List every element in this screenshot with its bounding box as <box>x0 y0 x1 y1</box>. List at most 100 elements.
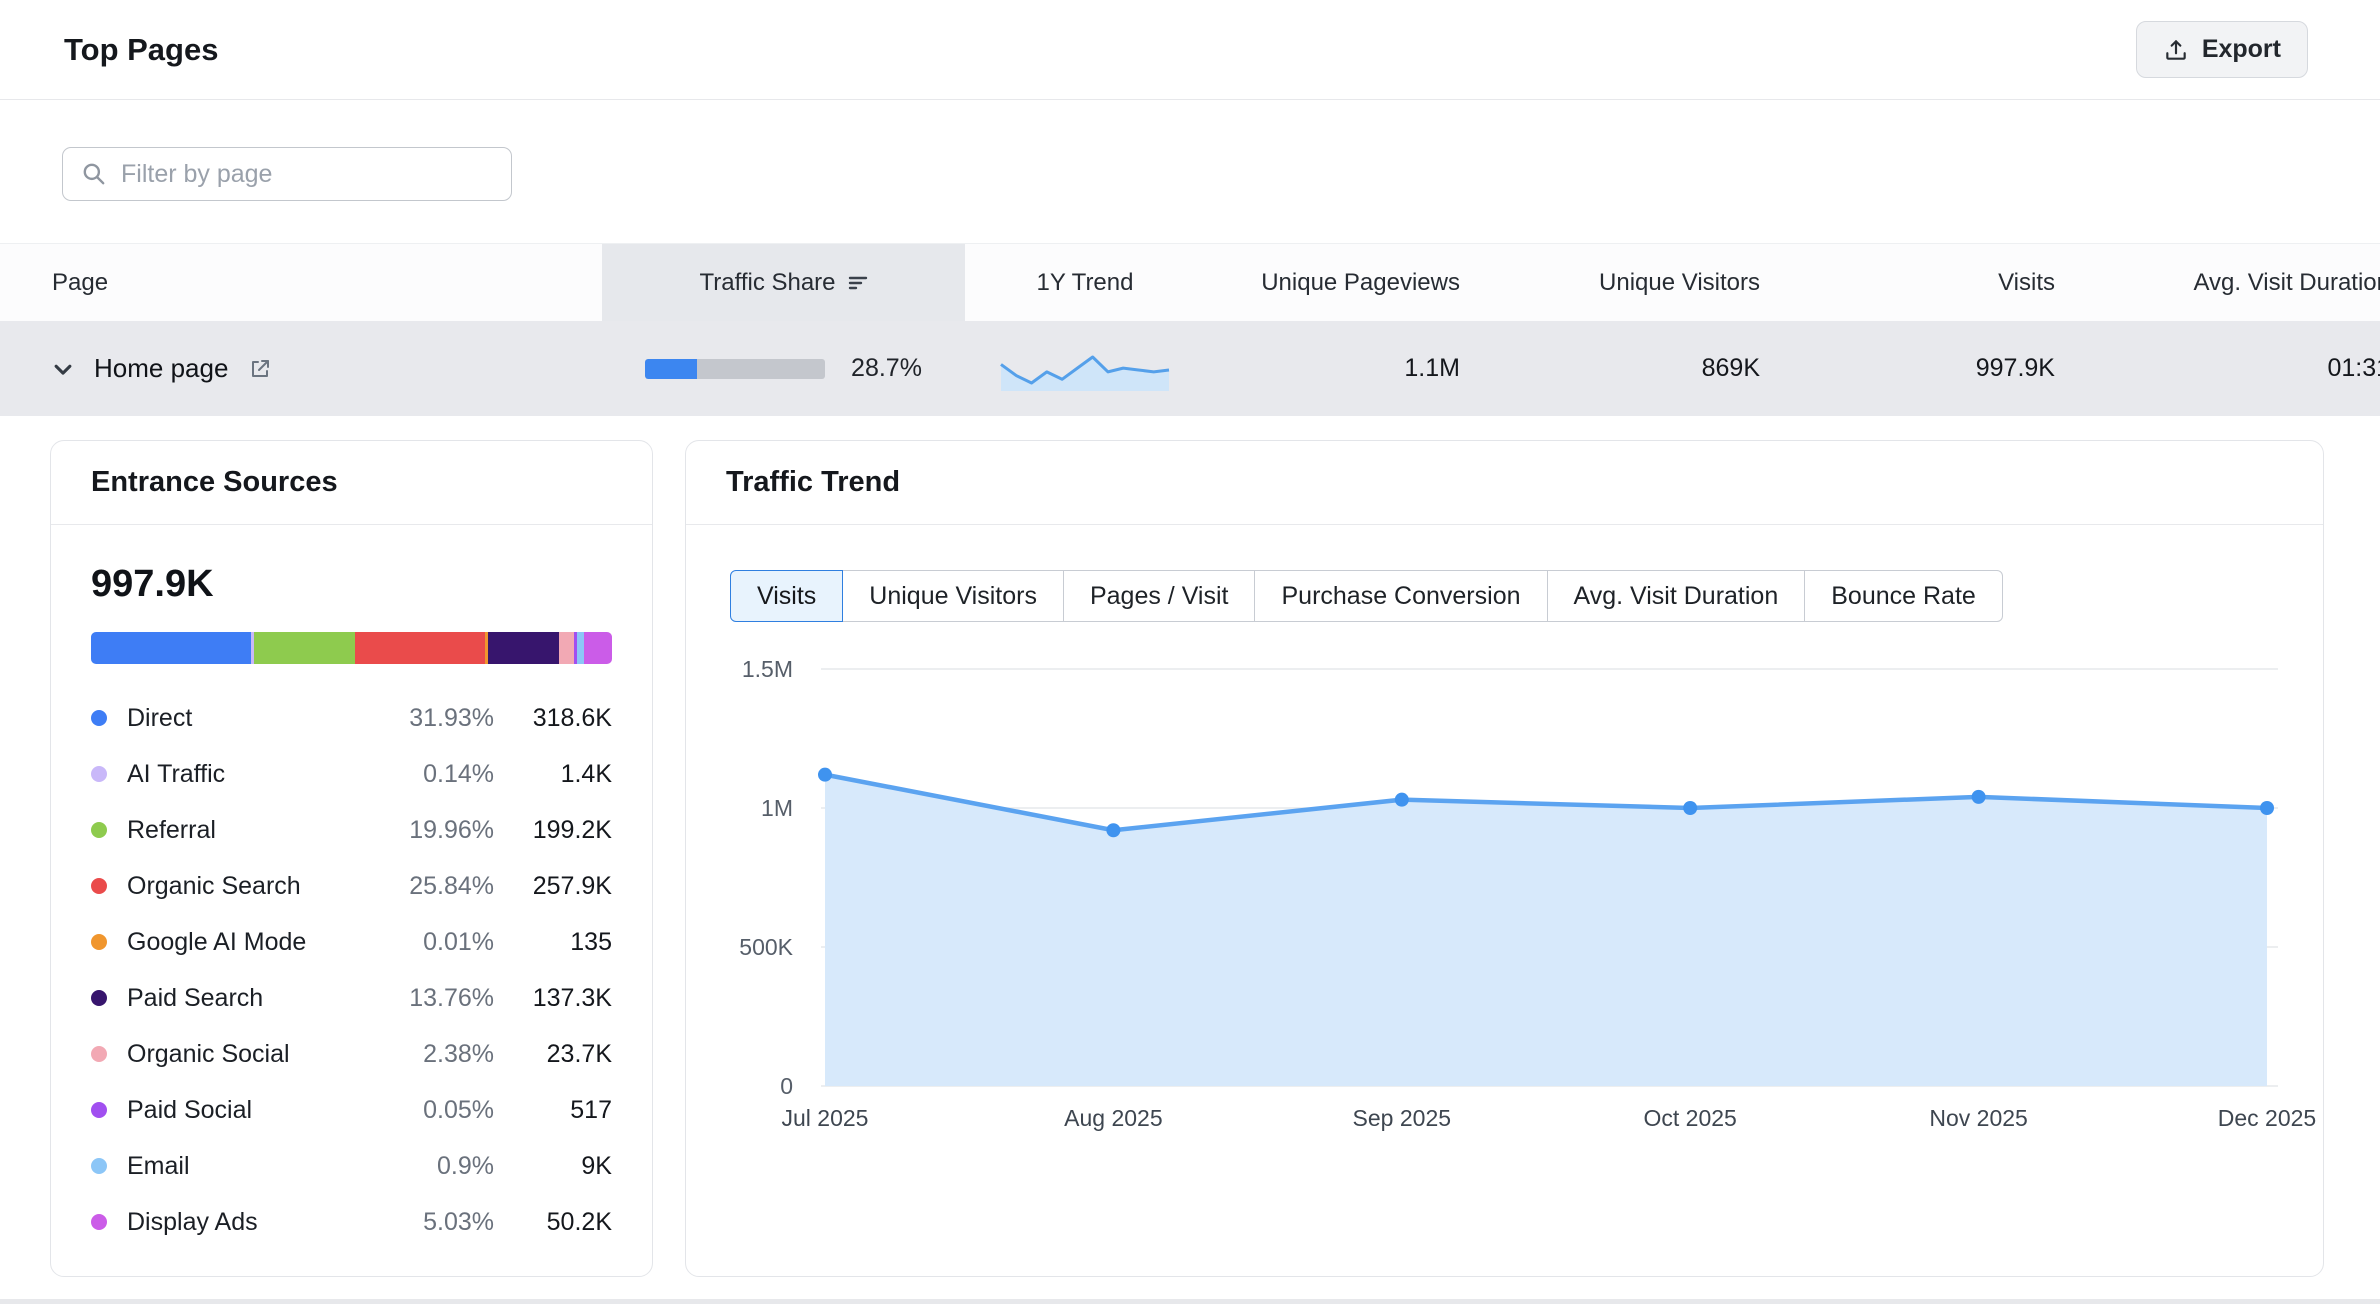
column-header-unique-visitors[interactable]: Unique Visitors <box>1470 244 1770 321</box>
source-percent: 31.93% <box>409 704 494 733</box>
source-percent: 0.9% <box>437 1152 494 1181</box>
export-button[interactable]: Export <box>2136 21 2308 78</box>
entrance-source-row: Email 0.9%9K <box>91 1138 612 1194</box>
entrance-sources-total: 997.9K <box>91 563 612 606</box>
entrance-source-row: Paid Search 13.76%137.3K <box>91 970 612 1026</box>
entrance-source-row: Display Ads5.03%50.2K <box>91 1194 612 1250</box>
filter-field[interactable] <box>62 147 512 201</box>
svg-text:500K: 500K <box>739 934 793 960</box>
export-button-label: Export <box>2202 35 2281 64</box>
unique-pageviews-value: 1.1M <box>1205 321 1470 416</box>
source-label: Organic Social <box>127 1040 290 1069</box>
source-value: 50.2K <box>494 1208 612 1237</box>
trend-tab-pages-visit[interactable]: Pages / Visit <box>1063 570 1256 622</box>
source-label: Referral <box>127 816 216 845</box>
column-header-page[interactable]: Page <box>0 244 602 321</box>
entrance-source-row: Google AI Mode 0.01%135 <box>91 914 612 970</box>
external-link-icon[interactable] <box>248 357 272 381</box>
column-header-unique-pageviews[interactable]: Unique Pageviews <box>1205 244 1470 321</box>
trend-tab-purchase-conversion[interactable]: Purchase Conversion <box>1254 570 1547 622</box>
trend-tabs: VisitsUnique VisitorsPages / VisitPurcha… <box>730 570 2003 622</box>
source-percent: 25.84% <box>409 872 494 901</box>
svg-text:Oct 2025: Oct 2025 <box>1644 1105 1737 1131</box>
traffic-trend-header: Traffic Trend <box>686 441 2323 525</box>
source-value: 1.4K <box>494 760 612 789</box>
source-color-dot <box>91 822 107 838</box>
source-bar-segment <box>577 632 584 664</box>
avg-visit-duration-value: 01:31 <box>2065 321 2380 416</box>
source-value: 23.7K <box>494 1040 612 1069</box>
source-percent: 13.76% <box>409 984 494 1013</box>
source-color-dot <box>91 1214 107 1230</box>
source-color-dot <box>91 1158 107 1174</box>
traffic-trend-title: Traffic Trend <box>726 466 900 499</box>
filter-by-page-input[interactable] <box>121 160 493 189</box>
source-color-dot <box>91 1046 107 1062</box>
column-header-1y-trend[interactable]: 1Y Trend <box>965 244 1205 321</box>
source-percent: 0.14% <box>423 760 494 789</box>
source-color-dot <box>91 766 107 782</box>
source-label: Direct <box>127 704 192 733</box>
column-header-avg-visit-duration[interactable]: Avg. Visit Duration <box>2065 244 2380 321</box>
top-pages-header: Top Pages Export <box>0 0 2380 100</box>
source-label: Email <box>127 1152 190 1181</box>
source-label: Paid Search <box>127 984 263 1013</box>
source-bar-segment <box>254 632 355 664</box>
unique-visitors-value: 869K <box>1470 321 1770 416</box>
svg-text:Dec 2025: Dec 2025 <box>2218 1105 2316 1131</box>
source-percent: 2.38% <box>423 1040 494 1069</box>
source-label: AI Traffic <box>127 760 225 789</box>
traffic-share-bar <box>645 359 825 379</box>
svg-text:Aug 2025: Aug 2025 <box>1064 1105 1162 1131</box>
svg-text:Nov 2025: Nov 2025 <box>1929 1105 2027 1131</box>
entrance-source-row: Direct 31.93%318.6K <box>91 690 612 746</box>
source-value: 517 <box>494 1096 612 1125</box>
sort-descending-icon <box>848 275 868 291</box>
source-value: 257.9K <box>494 872 612 901</box>
horizontal-scrollbar[interactable] <box>0 1299 2380 1304</box>
source-bar-segment <box>488 632 559 664</box>
page-cell: Home page <box>0 321 602 416</box>
entrance-sources-header: Entrance Sources <box>51 441 652 525</box>
source-percent: 0.05% <box>423 1096 494 1125</box>
source-color-dot <box>91 1102 107 1118</box>
page-title: Top Pages <box>64 32 218 68</box>
traffic-share-fill <box>645 359 697 379</box>
source-value: 135 <box>494 928 612 957</box>
entrance-source-row: Paid Social0.05%517 <box>91 1082 612 1138</box>
table-header-row: Page Traffic Share 1Y Trend Unique Pagev… <box>0 243 2380 321</box>
source-label: Display Ads <box>127 1208 258 1237</box>
source-value: 9K <box>494 1152 612 1181</box>
entrance-source-row: Referral19.96%199.2K <box>91 802 612 858</box>
traffic-trend-chart: 0500K1M1.5MJul 2025Aug 2025Sep 2025Oct 2… <box>686 621 2325 1181</box>
trend-tab-bounce-rate[interactable]: Bounce Rate <box>1804 570 2003 622</box>
entrance-sources-panel: Entrance Sources 997.9K Direct 31.93%318.… <box>50 440 653 1277</box>
source-percent: 0.01% <box>423 928 494 957</box>
collapse-chevron-icon[interactable] <box>52 358 74 380</box>
entrance-sources-title: Entrance Sources <box>91 466 338 499</box>
source-value: 199.2K <box>494 816 612 845</box>
svg-text:1M: 1M <box>761 795 793 821</box>
entrance-sources-list: Direct 31.93%318.6K AI Traffic 0.14%1.4K Ref… <box>91 690 612 1250</box>
source-color-dot <box>91 878 107 894</box>
source-color-dot <box>91 934 107 950</box>
column-header-traffic-share[interactable]: Traffic Share <box>602 244 965 321</box>
export-upload-icon <box>2163 37 2189 63</box>
source-value: 318.6K <box>494 704 612 733</box>
source-label: Organic Search <box>127 872 301 901</box>
table-row-home-page[interactable]: Home page 28.7% 1.1M 869K 997.9K 01:31 <box>0 321 2380 416</box>
traffic-share-value: 28.7% <box>851 354 922 383</box>
svg-text:Jul 2025: Jul 2025 <box>782 1105 869 1131</box>
source-bar-segment <box>584 632 612 664</box>
trend-tab-unique-visitors[interactable]: Unique Visitors <box>842 570 1064 622</box>
source-value: 137.3K <box>494 984 612 1013</box>
column-header-visits[interactable]: Visits <box>1770 244 2065 321</box>
trend-tab-visits[interactable]: Visits <box>730 570 843 622</box>
source-color-dot <box>91 710 107 726</box>
page-link[interactable]: Home page <box>94 353 228 384</box>
source-label: Google AI Mode <box>127 928 306 957</box>
svg-text:0: 0 <box>780 1073 793 1099</box>
trend-tab-avg-visit-duration[interactable]: Avg. Visit Duration <box>1547 570 1806 622</box>
source-bar-segment <box>559 632 574 664</box>
source-bar-segment <box>91 632 251 664</box>
